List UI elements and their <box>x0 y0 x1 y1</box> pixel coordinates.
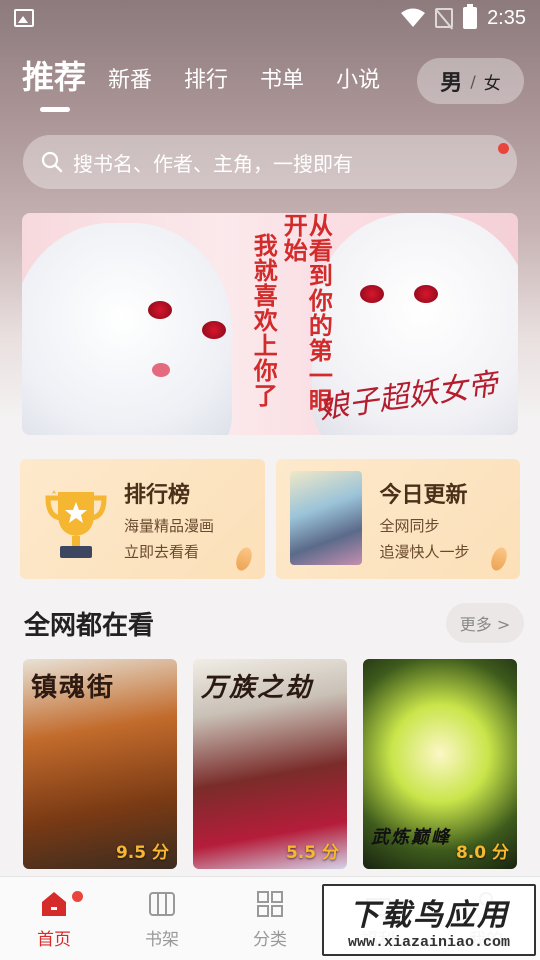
book-score: 9.5 分 <box>115 843 169 863</box>
grid-icon <box>257 891 283 917</box>
feature-cards: 排行榜 海量精品漫画 立即去看看 今日更新 全网同步 追漫快人一步 <box>20 459 520 579</box>
banner-eye <box>202 321 226 339</box>
image-notification-icon <box>14 9 34 27</box>
gender-toggle[interactable]: 男 / 女 <box>417 58 524 104</box>
watermark-title: 下载鸟应用 <box>349 897 509 933</box>
today-update-line1: 全网同步 <box>379 517 440 535</box>
book-cover-title: 镇魂街 <box>31 673 116 703</box>
trophy-icon <box>45 490 107 558</box>
ranking-card-line2: 立即去看看 <box>124 543 200 561</box>
bookshelf-icon <box>149 892 175 916</box>
tabbar-label: 书架 <box>145 930 179 950</box>
book-card[interactable]: 镇魂街 9.5 分 <box>23 659 177 869</box>
tabbar-label: 分类 <box>253 930 287 950</box>
book-score: 8.0 分 <box>455 843 509 863</box>
search-bar[interactable]: 搜书名、作者、主角，一搜即有 <box>23 135 517 189</box>
banner-mouth <box>152 363 170 377</box>
more-button[interactable]: 更多 > <box>446 603 524 643</box>
tab-new[interactable]: 新番 <box>108 62 152 106</box>
tab-ranking[interactable]: 排行 <box>184 62 228 106</box>
book-cover-title: 万族之劫 <box>201 673 314 703</box>
search-placeholder: 搜书名、作者、主角，一搜即有 <box>73 151 353 176</box>
tabbar-category[interactable]: 分类 <box>216 877 324 960</box>
tabbar-home[interactable]: 首页 <box>0 877 108 960</box>
tabbar-label: 首页 <box>37 930 71 950</box>
notification-dot <box>72 891 83 902</box>
tab-recommend[interactable]: 推荐 <box>22 52 86 112</box>
clock: 2:35 <box>487 6 526 29</box>
flame-decoration <box>488 545 510 573</box>
banner-slogan-left: 我就喜欢上你了 <box>249 233 278 408</box>
no-sim-icon <box>435 8 454 28</box>
status-bar: 2:35 <box>0 0 540 36</box>
tabbar-bookshelf[interactable]: 书架 <box>108 877 216 960</box>
tab-novel[interactable]: 小说 <box>336 62 380 106</box>
notification-dot <box>498 143 509 154</box>
tab-booklist[interactable]: 书单 <box>260 62 304 106</box>
flame-decoration <box>232 545 255 573</box>
gender-female[interactable]: 女 <box>484 69 501 94</box>
today-update-line2: 追漫快人一步 <box>379 543 470 561</box>
banner-eye <box>414 285 438 303</box>
home-icon <box>42 892 66 916</box>
update-comic-cover <box>289 471 362 565</box>
book-score: 5.5 分 <box>285 843 339 863</box>
book-cover-title: 武炼巅峰 <box>371 827 451 848</box>
search-icon <box>41 151 63 173</box>
section-title: 全网都在看 <box>24 611 155 641</box>
gender-separator: / <box>470 71 476 91</box>
wifi-icon <box>401 8 426 27</box>
book-list: 镇魂街 9.5 分 万族之劫 5.5 分 武炼巅峰 8.0 分 <box>23 659 517 869</box>
watermark-logo: 下载鸟应用 www.xiazainiao.com <box>322 884 536 956</box>
today-update-title: 今日更新 <box>379 483 468 508</box>
promo-banner[interactable]: 从看到你的第一眼开始 我就喜欢上你了 娘子超妖女帝 <box>22 213 518 435</box>
ranking-card-title: 排行榜 <box>124 483 191 508</box>
ranking-card-line1: 海量精品漫画 <box>124 517 215 535</box>
ranking-card[interactable]: 排行榜 海量精品漫画 立即去看看 <box>20 459 265 579</box>
book-card[interactable]: 万族之劫 5.5 分 <box>193 659 347 869</box>
gender-male[interactable]: 男 <box>440 65 462 97</box>
banner-eye <box>148 301 172 319</box>
today-update-card[interactable]: 今日更新 全网同步 追漫快人一步 <box>275 459 520 579</box>
banner-eye <box>360 285 384 303</box>
banner-character-left <box>22 223 232 435</box>
battery-icon <box>463 4 478 29</box>
book-card[interactable]: 武炼巅峰 8.0 分 <box>363 659 517 869</box>
watermark-url: www.xiazainiao.com <box>347 933 511 951</box>
